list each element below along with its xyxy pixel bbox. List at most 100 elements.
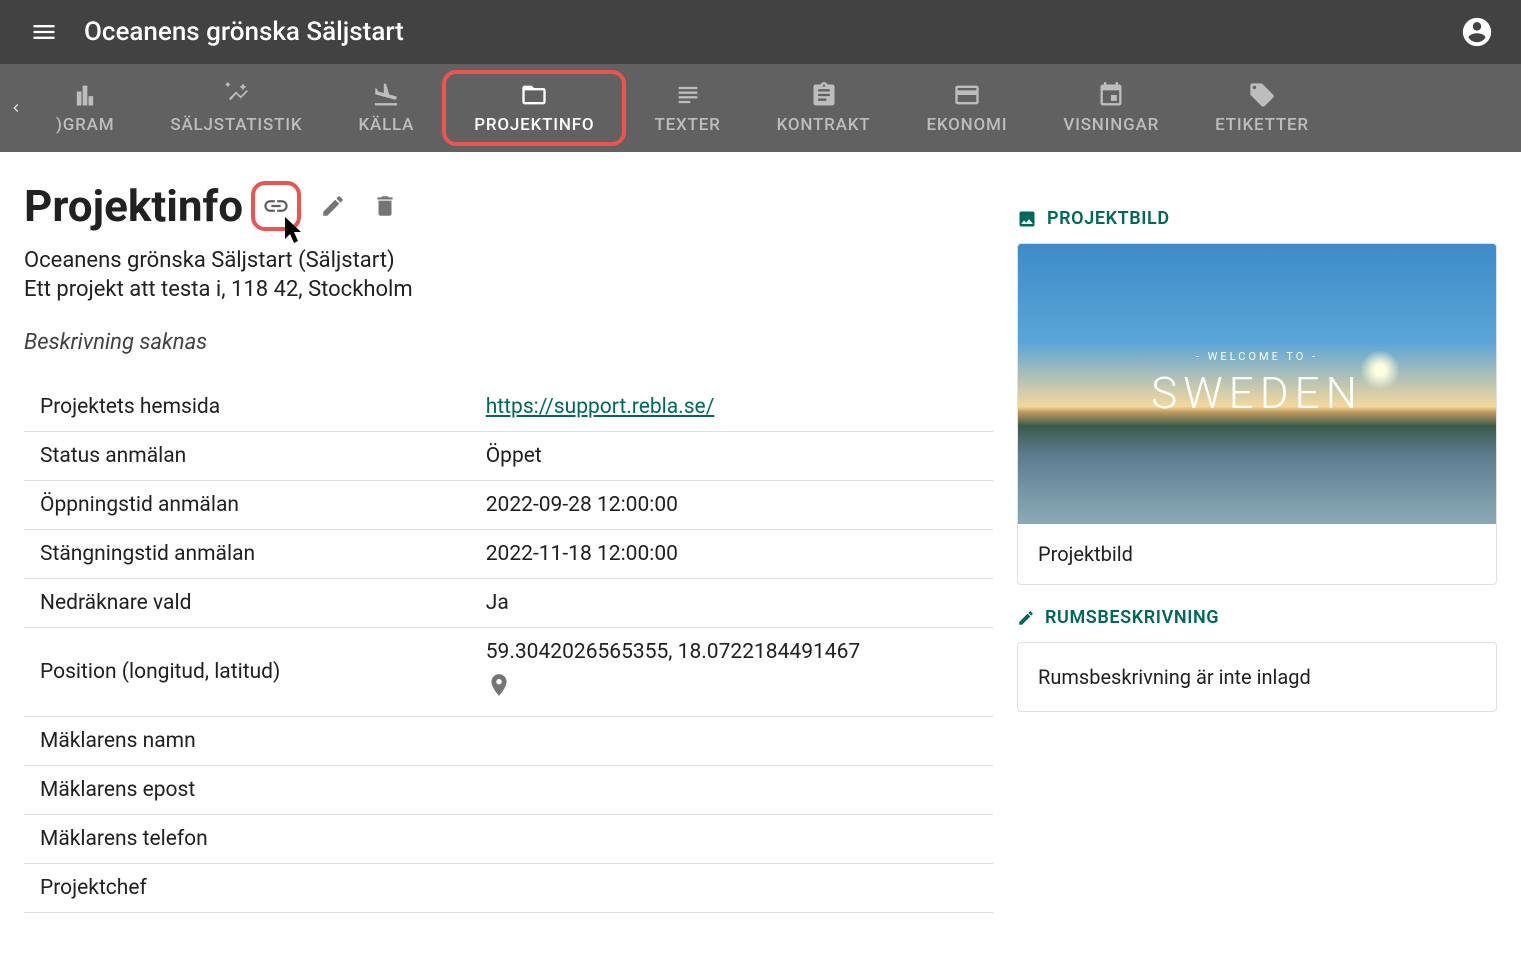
link-icon — [262, 192, 290, 220]
rumsbeskrivning-card[interactable]: Rumsbeskrivning är inte inlagd — [1017, 642, 1497, 712]
tab-etiketter[interactable]: ETIKETTER — [1187, 70, 1337, 146]
tab-label: KÄLLA — [358, 115, 414, 135]
info-label: Projektchef — [24, 864, 470, 913]
info-value: Öppet — [470, 432, 993, 481]
bar-chart-icon — [71, 81, 99, 109]
position-text: 59.3042026565355, 18.0722184491467 — [486, 640, 977, 664]
table-row: Projektchef — [24, 864, 993, 913]
page-title-row: Projektinfo — [24, 180, 993, 232]
link-button[interactable] — [251, 181, 301, 231]
projektbild-header-text: PROJEKTBILD — [1047, 208, 1170, 229]
table-row: Nedräknare valdJa — [24, 579, 993, 628]
info-value — [470, 766, 993, 815]
tab-program[interactable]: )GRAM — [28, 70, 142, 146]
image-overlay-text: - WELCOME TO - SWEDEN — [1151, 350, 1363, 419]
table-row: Mäklarens namn — [24, 717, 993, 766]
main-column: Projektinfo Oceanens grönska Säljstart (… — [24, 180, 993, 913]
subject-icon — [674, 81, 702, 109]
label-icon — [1248, 81, 1276, 109]
tab-bar: )GRAM SÄLJSTATISTIK KÄLLA PROJEKTINFO TE… — [0, 64, 1521, 152]
projektbild-header: PROJEKTBILD — [1017, 208, 1497, 229]
menu-icon — [30, 18, 58, 46]
info-value: https://support.rebla.se/ — [470, 383, 993, 432]
tab-saljstatistik[interactable]: SÄLJSTATISTIK — [142, 70, 330, 146]
info-value: Ja — [470, 579, 993, 628]
pencil-icon — [1017, 609, 1035, 627]
pencil-icon — [320, 193, 346, 219]
projektbild-card[interactable]: - WELCOME TO - SWEDEN Projektbild — [1017, 243, 1497, 585]
content-area: Projektinfo Oceanens grönska Säljstart (… — [0, 152, 1521, 913]
tab-label: ETIKETTER — [1215, 115, 1309, 135]
table-row: Status anmälanÖppet — [24, 432, 993, 481]
info-value — [470, 864, 993, 913]
info-link[interactable]: https://support.rebla.se/ — [486, 395, 715, 419]
info-label: Öppningstid anmälan — [24, 481, 470, 530]
table-row: Position (longitud, latitud) 59.304202656… — [24, 628, 993, 717]
project-address: Ett projekt att testa i, 118 42, Stockho… — [24, 277, 993, 302]
table-row: Öppningstid anmälan2022-09-28 12:00:00 — [24, 481, 993, 530]
info-value — [470, 815, 993, 864]
side-column: PROJEKTBILD - WELCOME TO - SWEDEN Projek… — [1017, 180, 1497, 913]
project-description: Beskrivning saknas — [24, 330, 993, 355]
info-label: Mäklarens epost — [24, 766, 470, 815]
event-icon — [1097, 81, 1125, 109]
tab-label: )GRAM — [56, 115, 114, 135]
tab-label: PROJEKTINFO — [474, 115, 594, 135]
title-actions — [251, 181, 405, 231]
project-image: - WELCOME TO - SWEDEN — [1018, 244, 1496, 524]
menu-button[interactable] — [20, 8, 68, 56]
tab-label: EKONOMI — [926, 115, 1007, 135]
tab-label: VISNINGAR — [1063, 115, 1159, 135]
rumsbeskrivning-header[interactable]: RUMSBESKRIVNING — [1017, 607, 1497, 628]
projektbild-caption: Projektbild — [1018, 524, 1496, 584]
tab-label: TEXTER — [654, 115, 720, 135]
info-value: 59.3042026565355, 18.0722184491467 — [470, 628, 993, 717]
cursor-indicator — [285, 217, 309, 251]
tab-label: KONTRAKT — [777, 115, 871, 135]
map-marker-icon — [486, 672, 512, 698]
info-label: Mäklarens telefon — [24, 815, 470, 864]
info-value — [470, 717, 993, 766]
info-table: Projektets hemsida https://support.rebla.… — [24, 383, 993, 913]
projektbild-section: PROJEKTBILD - WELCOME TO - SWEDEN Projek… — [1017, 208, 1497, 585]
delete-button[interactable] — [365, 186, 405, 226]
rumsbeskrivning-header-text: RUMSBESKRIVNING — [1045, 607, 1219, 628]
tab-projektinfo[interactable]: PROJEKTINFO — [442, 70, 626, 146]
assignment-icon — [810, 81, 838, 109]
page-title: Projektinfo — [24, 180, 243, 232]
scroll-left-button[interactable] — [4, 94, 28, 122]
tab-label: SÄLJSTATISTIK — [170, 115, 302, 135]
chevron-left-icon — [8, 100, 24, 116]
tab-ekonomi[interactable]: EKONOMI — [898, 70, 1035, 146]
tab-kontrakt[interactable]: KONTRAKT — [749, 70, 899, 146]
info-label: Nedräknare vald — [24, 579, 470, 628]
app-bar: Oceanens grönska Säljstart — [0, 0, 1521, 64]
app-title: Oceanens grönska Säljstart — [84, 17, 404, 47]
info-label: Mäklarens namn — [24, 717, 470, 766]
map-marker-button[interactable] — [486, 668, 977, 704]
info-label: Stängningstid anmälan — [24, 530, 470, 579]
trash-icon — [372, 193, 398, 219]
tab-visningar[interactable]: VISNINGAR — [1035, 70, 1187, 146]
credit-card-icon — [953, 81, 981, 109]
folder-icon — [520, 81, 548, 109]
insights-icon — [222, 81, 250, 109]
account-icon — [1460, 15, 1494, 49]
table-row: Mäklarens telefon — [24, 815, 993, 864]
account-button[interactable] — [1453, 8, 1501, 56]
info-label: Status anmälan — [24, 432, 470, 481]
tab-kalla[interactable]: KÄLLA — [330, 70, 442, 146]
tab-texter[interactable]: TEXTER — [626, 70, 748, 146]
tabs-container: )GRAM SÄLJSTATISTIK KÄLLA PROJEKTINFO TE… — [28, 64, 1521, 152]
edit-button[interactable] — [313, 186, 353, 226]
table-row: Stängningstid anmälan2022-11-18 12:00:00 — [24, 530, 993, 579]
rumsbeskrivning-section: RUMSBESKRIVNING Rumsbeskrivning är inte … — [1017, 607, 1497, 712]
project-name: Oceanens grönska Säljstart (Säljstart) — [24, 248, 993, 273]
image-icon — [1017, 209, 1037, 229]
info-value: 2022-09-28 12:00:00 — [470, 481, 993, 530]
flight-land-icon — [372, 81, 400, 109]
table-row: Mäklarens epost — [24, 766, 993, 815]
info-label: Position (longitud, latitud) — [24, 628, 470, 717]
info-label: Projektets hemsida — [24, 383, 470, 432]
table-row: Projektets hemsida https://support.rebla.… — [24, 383, 993, 432]
